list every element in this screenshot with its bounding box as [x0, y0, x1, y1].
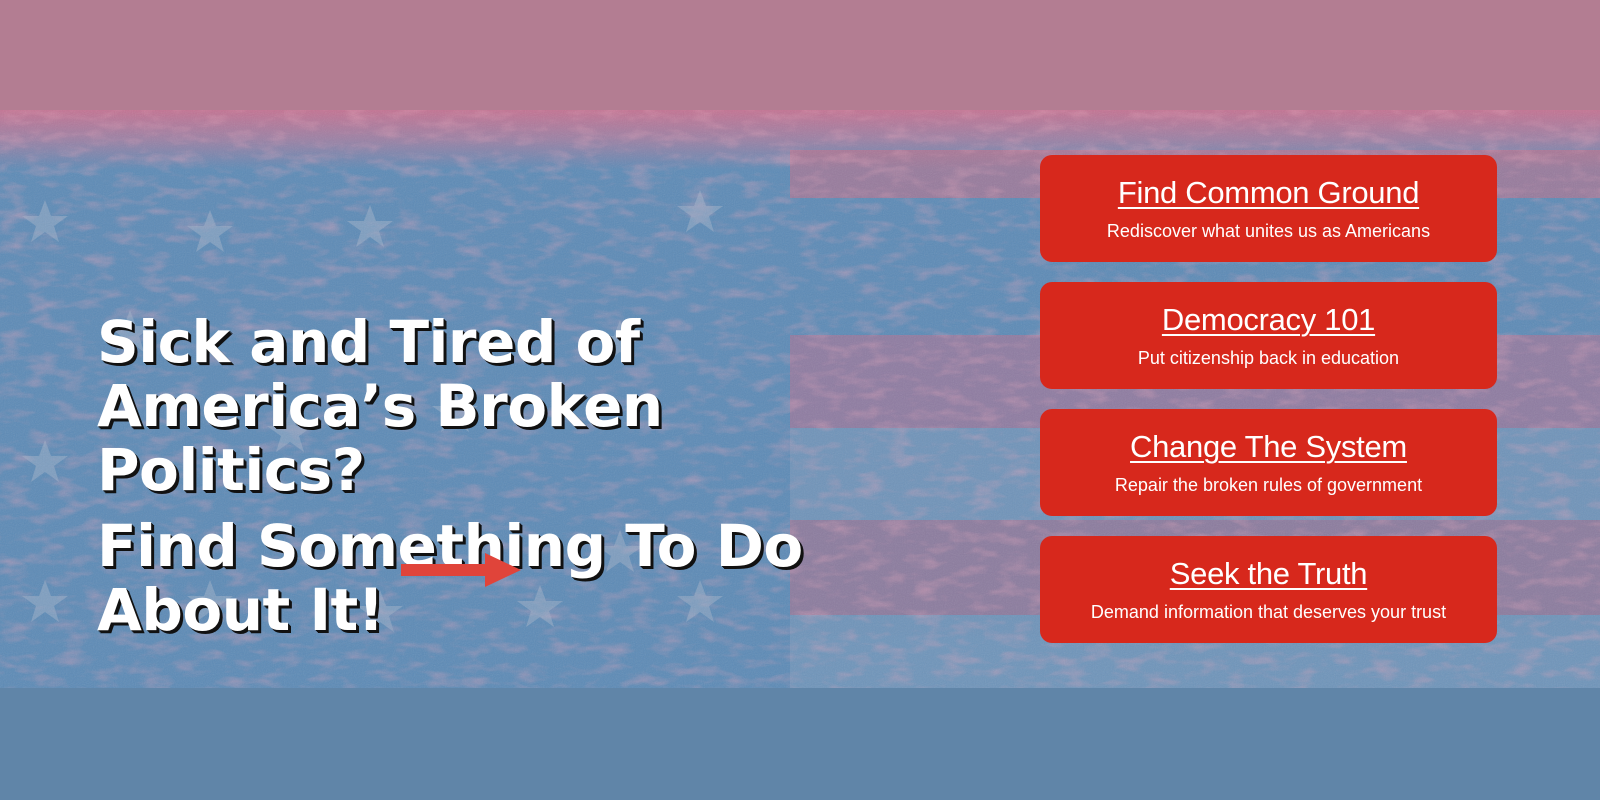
cta-line: About It!	[97, 576, 384, 644]
bottom-band	[0, 688, 1600, 800]
hero-headline: Sick and Tired of America’s Broken Polit…	[97, 310, 803, 642]
arrow-right-icon	[401, 553, 521, 587]
card-seek-the-truth[interactable]: Seek the Truth Demand information that d…	[1040, 536, 1497, 643]
card-subtitle: Put citizenship back in education	[1137, 348, 1400, 368]
card-subtitle: Repair the broken rules of government	[1114, 475, 1423, 495]
card-title[interactable]: Democracy 101	[1040, 302, 1497, 338]
headline-line: Sick and Tired of	[97, 308, 640, 376]
headline-line: America’s Broken	[97, 372, 663, 440]
card-title[interactable]: Change The System	[1040, 429, 1497, 465]
card-find-common-ground[interactable]: Find Common Ground Rediscover what unite…	[1040, 155, 1497, 262]
card-change-the-system[interactable]: Change The System Repair the broken rule…	[1040, 409, 1497, 516]
headline-line: Politics?	[97, 436, 365, 504]
card-subtitle: Demand information that deserves your tr…	[1090, 602, 1447, 622]
card-title[interactable]: Seek the Truth	[1040, 556, 1497, 592]
card-subtitle: Rediscover what unites us as Americans	[1106, 221, 1431, 241]
card-title[interactable]: Find Common Ground	[1040, 175, 1497, 211]
top-band	[0, 0, 1600, 110]
card-democracy-101[interactable]: Democracy 101 Put citizenship back in ed…	[1040, 282, 1497, 389]
action-cards: Find Common Ground Rediscover what unite…	[1040, 155, 1497, 663]
